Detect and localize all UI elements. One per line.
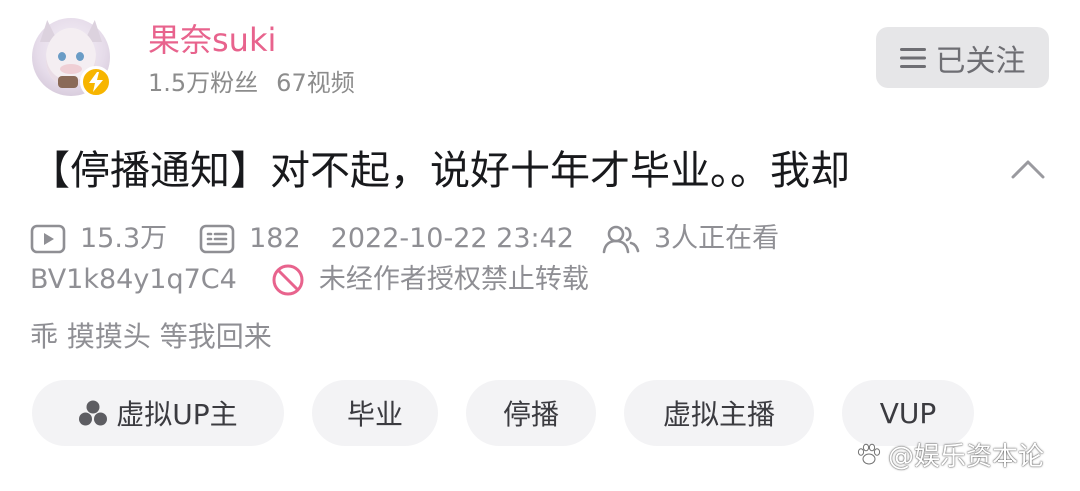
uploader-name[interactable]: 果奈suki — [148, 18, 276, 62]
paw-icon — [857, 443, 881, 464]
view-count: 15.3万 — [30, 220, 167, 258]
danmaku-count-value: 182 — [249, 223, 301, 254]
video-description: 乖 摸摸头 等我回来 — [30, 320, 272, 353]
watching-count: 3人正在看 — [602, 220, 779, 258]
reprint-notice-text: 未经作者授权禁止转载 — [318, 264, 589, 295]
avatar-eye — [76, 52, 84, 61]
follow-button-label: 已关注 — [935, 43, 1026, 79]
video-count: 67视频 — [276, 69, 355, 97]
chevron-up-icon[interactable] — [1008, 150, 1048, 190]
reprint-notice: 未经作者授权禁止转载 — [271, 261, 589, 299]
watermark: @娱乐资本论 — [856, 436, 1044, 473]
avatar-hand — [58, 76, 78, 88]
publish-datetime-value: 2022-10-22 23:42 — [330, 223, 574, 254]
video-detail-page: 果奈suki 1.5万粉丝 67视频 已关注 【停播通知】对不起，说好十年才毕业。… — [0, 0, 1080, 491]
bvid[interactable]: BV1k84y1q7C4 — [30, 261, 237, 299]
watching-count-value: 3人正在看 — [653, 223, 780, 254]
danmaku-icon — [199, 224, 235, 254]
play-icon — [30, 224, 66, 254]
follower-count: 1.5万粉丝 — [148, 69, 259, 97]
tag-label: 停播 — [502, 398, 559, 431]
follow-button[interactable]: 已关注 — [876, 27, 1049, 88]
tag-stream-stop[interactable]: 停播 — [466, 380, 596, 446]
tag-vup-creator[interactable]: 虚拟UP主 — [32, 380, 284, 446]
tag-label: VUP — [879, 396, 937, 430]
tag-label: 虚拟UP主 — [116, 398, 238, 431]
lightning-icon — [80, 66, 112, 98]
people-icon — [602, 225, 640, 254]
video-title: 【停播通知】对不起，说好十年才毕业。。我却 — [30, 148, 850, 194]
view-count-value: 15.3万 — [80, 223, 168, 254]
tag-label: 毕业 — [346, 398, 403, 431]
avatar-blush — [60, 64, 82, 74]
avatar-eye — [58, 52, 66, 61]
danmaku-count: 182 — [199, 220, 301, 258]
video-meta-row-2: BV1k84y1q7C4 未经作者授权禁止转载 — [30, 261, 589, 299]
tag-graduation[interactable]: 毕业 — [312, 380, 438, 446]
menu-icon — [899, 47, 926, 68]
tag-label: 虚拟主播 — [662, 398, 775, 431]
ban-icon — [272, 264, 304, 296]
publish-datetime: 2022-10-22 23:42 — [331, 220, 574, 258]
watermark-text: @娱乐资本论 — [888, 442, 1045, 472]
cluster-icon — [79, 400, 108, 426]
tag-vtuber[interactable]: 虚拟主播 — [624, 380, 814, 446]
uploader-stats: 1.5万粉丝 67视频 — [148, 66, 355, 100]
video-meta-row: 15.3万 182 2022-10-22 23:42 3人正在看 — [30, 220, 779, 258]
